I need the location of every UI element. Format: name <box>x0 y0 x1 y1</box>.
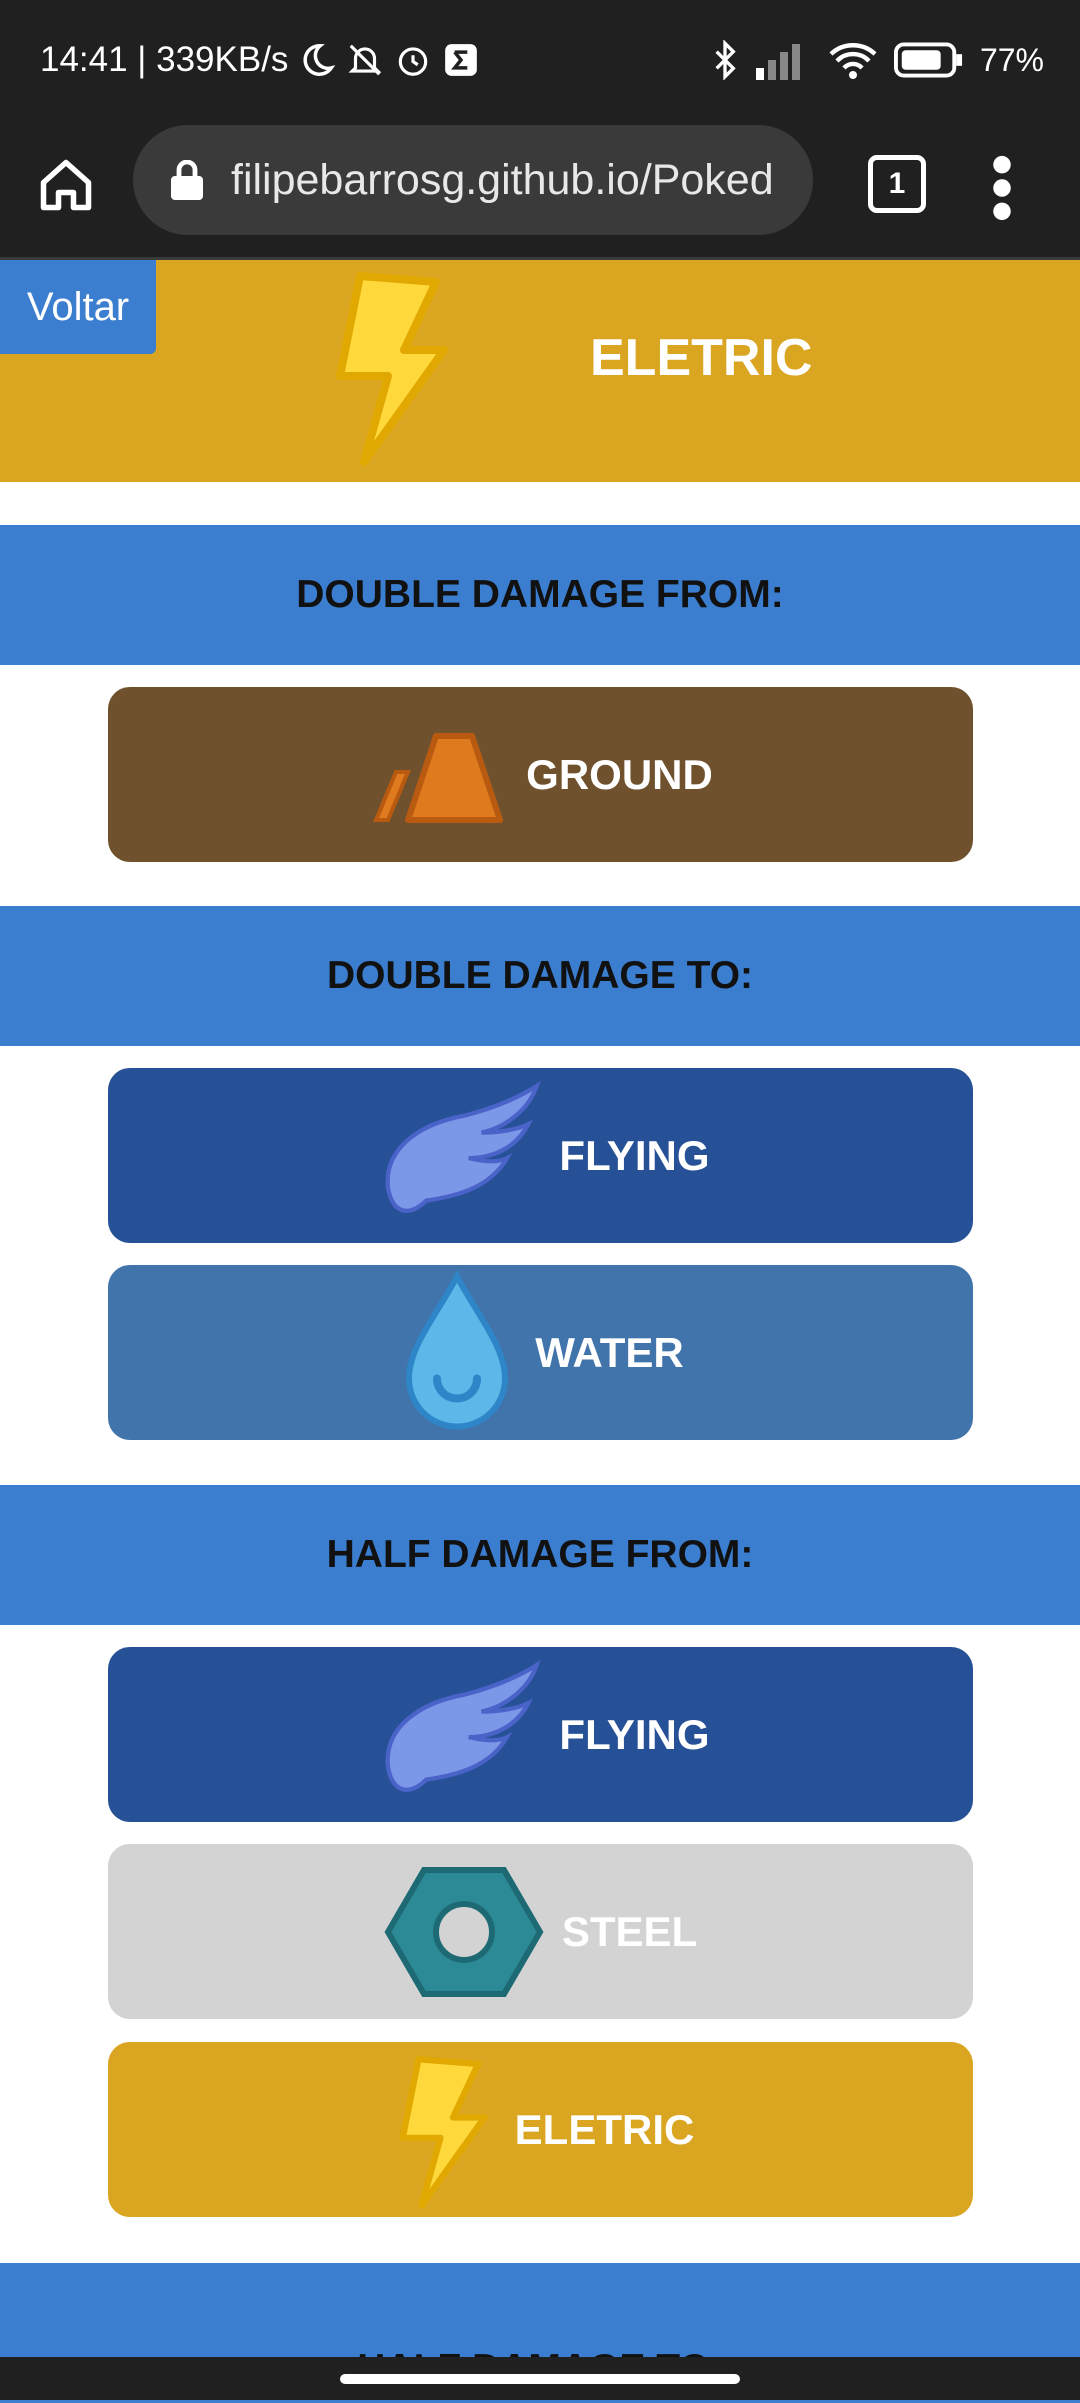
url-bar[interactable]: filipebarrosg.github.io/Poked <box>133 125 813 235</box>
lightning-icon <box>399 2055 488 2209</box>
section-title-double-from: DOUBLE DAMAGE FROM: <box>0 525 1080 665</box>
status-time-speed: 14:41 | 339KB/s <box>40 40 289 79</box>
section-title-double-to: DOUBLE DAMAGE TO: <box>0 906 1080 1046</box>
type-card-ground[interactable]: GROUND <box>108 687 973 862</box>
type-name: STEEL <box>561 1907 698 1955</box>
alarm-icon <box>399 47 428 76</box>
sigma-app-icon <box>445 44 478 76</box>
status-bar: 14:41 | 339KB/s 77% <box>0 0 1080 125</box>
water-drop-icon <box>406 1270 509 1430</box>
lock-icon <box>171 160 203 200</box>
home-gesture-handle[interactable] <box>340 2374 740 2384</box>
signal-icon <box>755 44 800 80</box>
tab-switcher-button[interactable]: 1 <box>868 155 926 213</box>
moon-icon <box>303 44 336 76</box>
bell-off-icon <box>348 44 382 76</box>
ground-icon <box>373 732 504 823</box>
type-card-eletric[interactable]: ELETRIC <box>108 2042 973 2217</box>
url-text: filipebarrosg.github.io/Poked <box>231 155 774 204</box>
type-name: WATER <box>535 1328 684 1376</box>
status-right: 77% <box>710 40 1044 80</box>
type-card-steel[interactable]: STEEL <box>108 1844 973 2019</box>
back-button[interactable]: Voltar <box>0 260 156 354</box>
type-name: FLYING <box>559 1710 710 1758</box>
type-card-flying[interactable]: FLYING <box>108 1647 973 1822</box>
wifi-icon <box>829 43 877 79</box>
wing-icon <box>386 1080 542 1213</box>
bluetooth-icon <box>715 40 736 80</box>
type-title: ELETRIC <box>590 329 813 387</box>
type-name: ELETRIC <box>514 2105 695 2153</box>
tab-count: 1 <box>888 167 906 200</box>
more-vert-icon[interactable] <box>990 153 1014 223</box>
browser-toolbar: filipebarrosg.github.io/Poked 1 <box>0 125 1080 260</box>
battery-percent: 77% <box>979 41 1044 78</box>
lightning-icon <box>336 272 448 466</box>
hex-nut-icon <box>384 1866 544 1997</box>
type-card-flying[interactable]: FLYING <box>108 1068 973 1243</box>
section-title-half-from: HALF DAMAGE FROM: <box>0 1485 1080 1625</box>
wing-icon <box>386 1659 542 1792</box>
type-name: GROUND <box>526 750 713 798</box>
type-name: FLYING <box>559 1131 710 1179</box>
status-left: 14:41 | 339KB/s <box>40 40 480 80</box>
home-icon[interactable] <box>36 155 96 215</box>
type-header <box>0 260 1080 482</box>
battery-icon <box>893 42 963 78</box>
type-card-water[interactable]: WATER <box>108 1265 973 1440</box>
